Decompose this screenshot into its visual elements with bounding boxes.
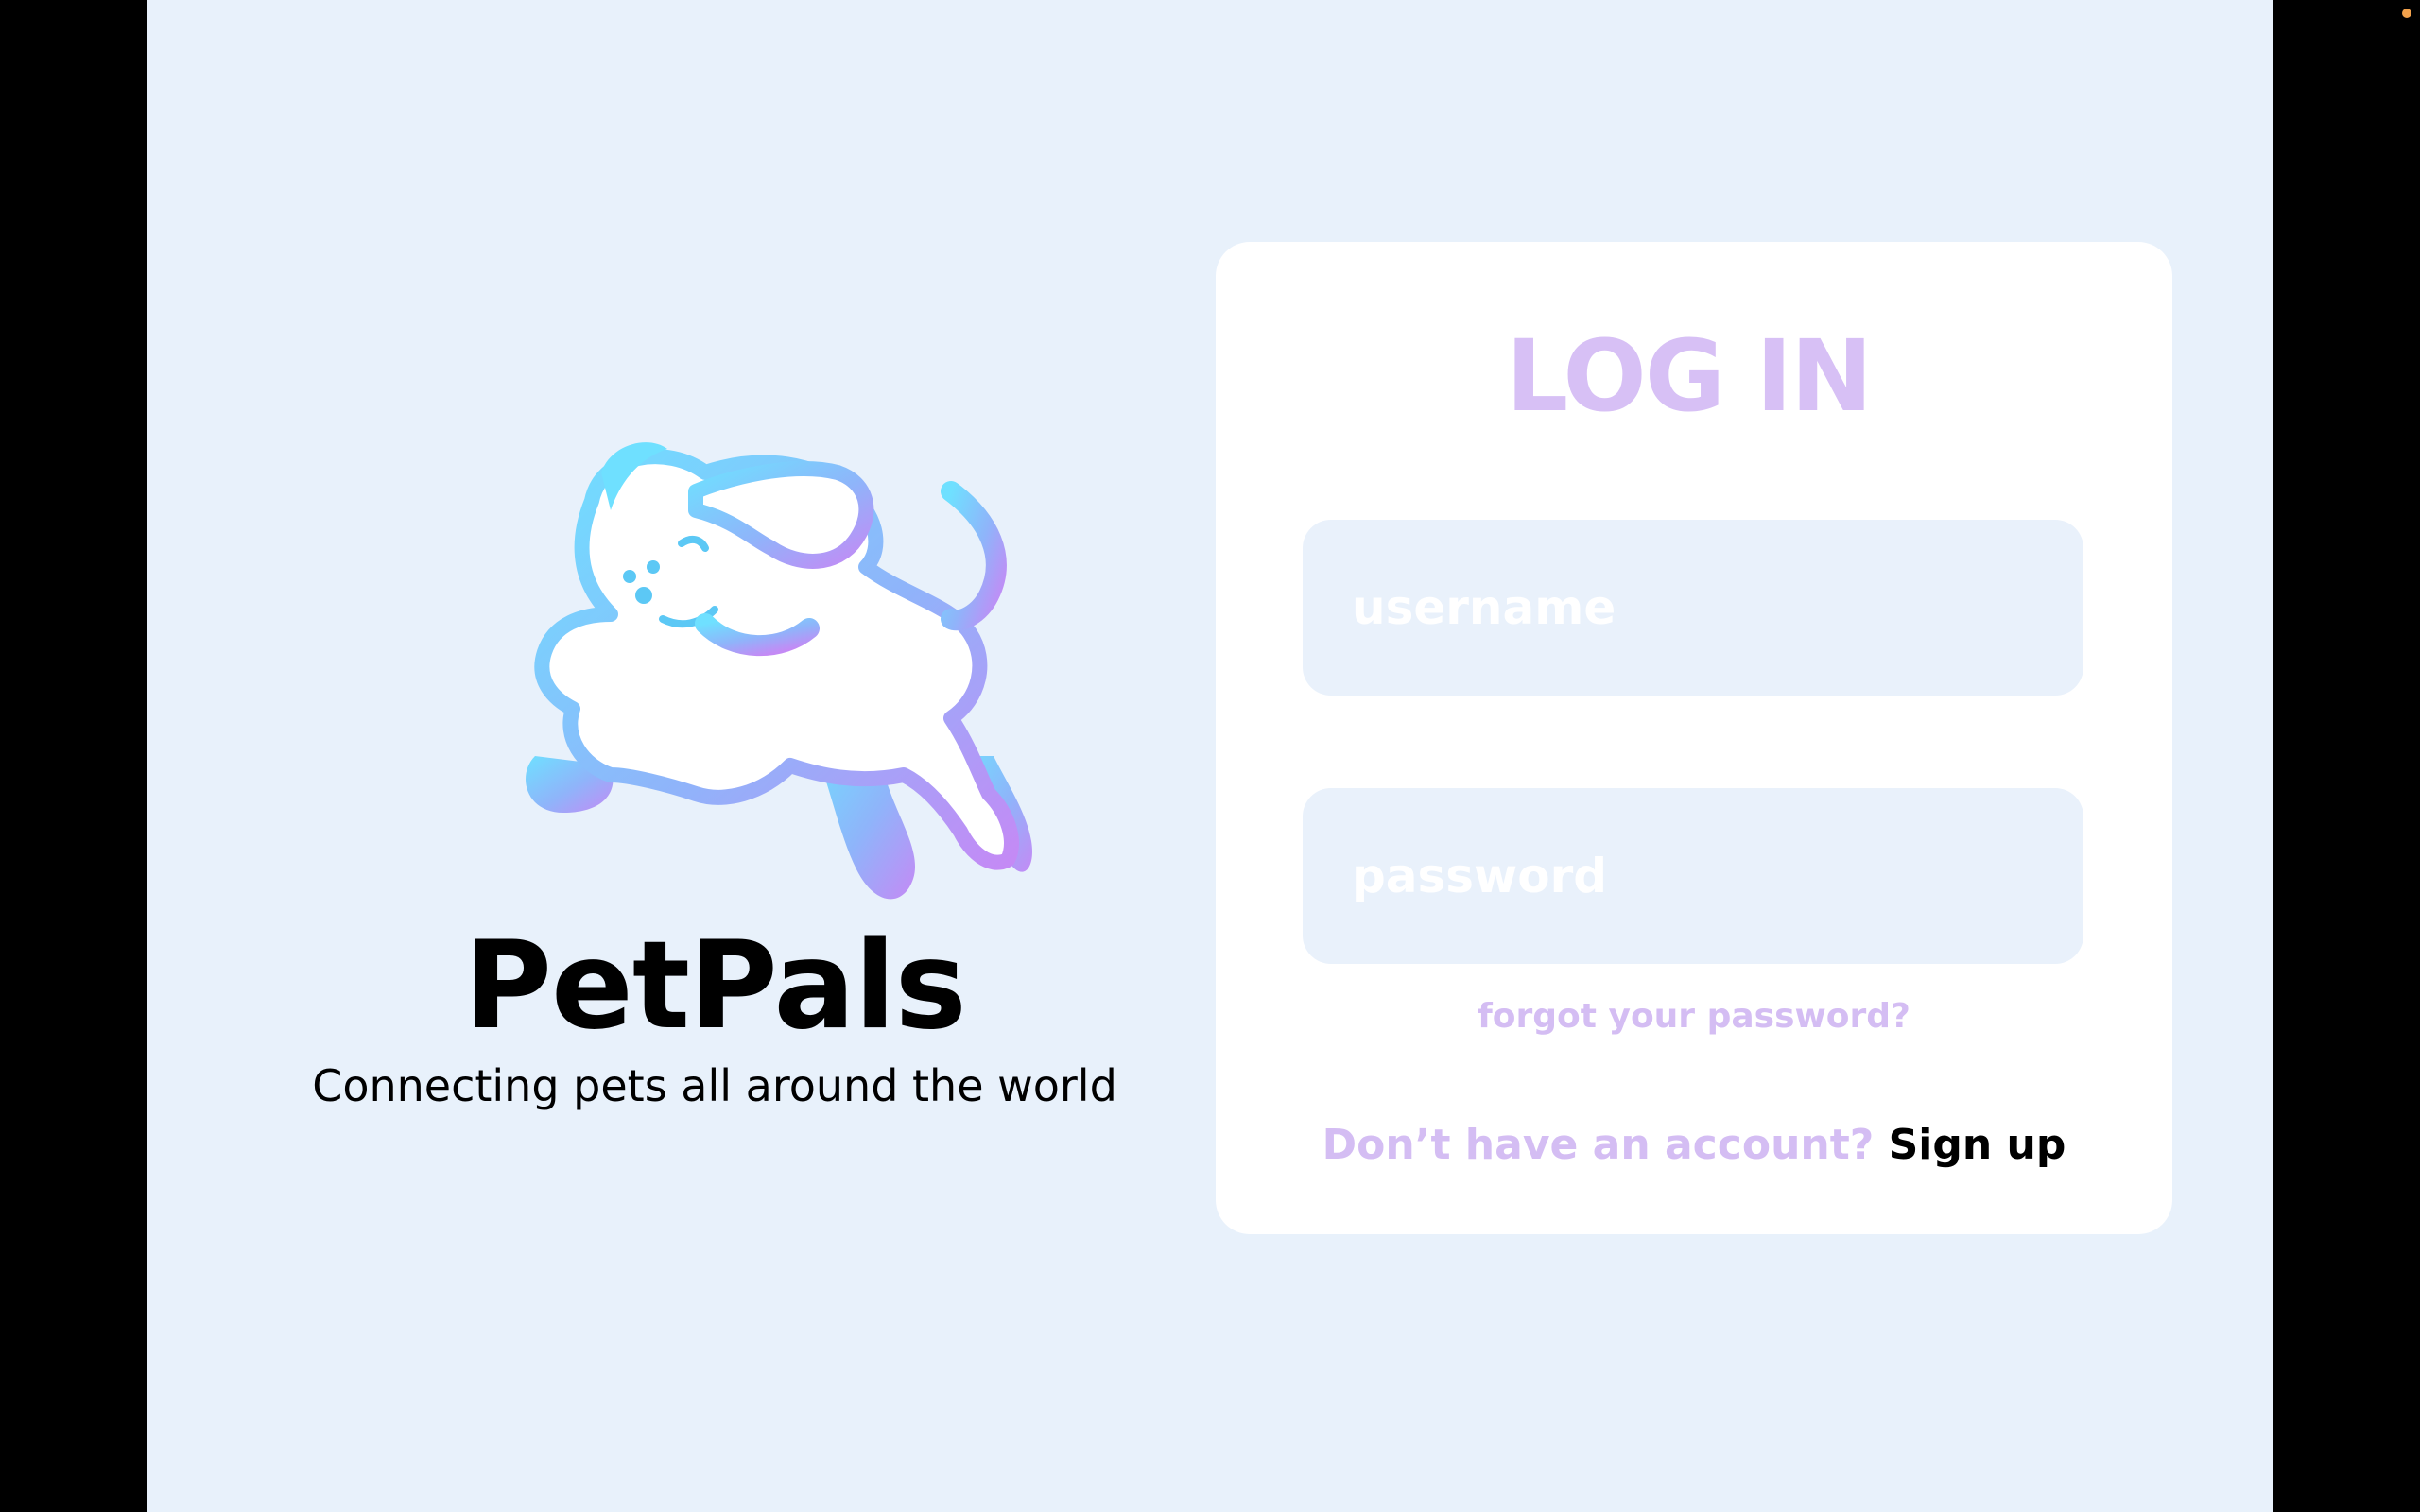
running-dog-icon <box>526 442 1032 900</box>
signup-link[interactable]: Sign up <box>1889 1121 2066 1169</box>
password-field[interactable] <box>1303 788 2083 964</box>
forgot-password-link[interactable]: forgot your password? <box>1216 1000 2172 1034</box>
login-title: LOG IN <box>1505 318 1873 434</box>
password-input[interactable] <box>1350 848 2083 904</box>
signup-prompt: Don’t have an account? <box>1322 1121 1889 1169</box>
login-card: LOG IN forgot your password? Don’t have … <box>1216 242 2172 1234</box>
signup-row: Don’t have an account? Sign up <box>1216 1125 2172 1166</box>
tagline: Connecting pets all around the world <box>312 1060 1117 1111</box>
app-window: PetPals Connecting pets all around the w… <box>147 0 2273 1512</box>
brand-panel: PetPals Connecting pets all around the w… <box>242 416 1187 1134</box>
username-input[interactable] <box>1350 579 2083 636</box>
username-field[interactable] <box>1303 520 2083 696</box>
app-name: PetPals <box>463 916 967 1057</box>
window-status-dot <box>2402 9 2411 18</box>
